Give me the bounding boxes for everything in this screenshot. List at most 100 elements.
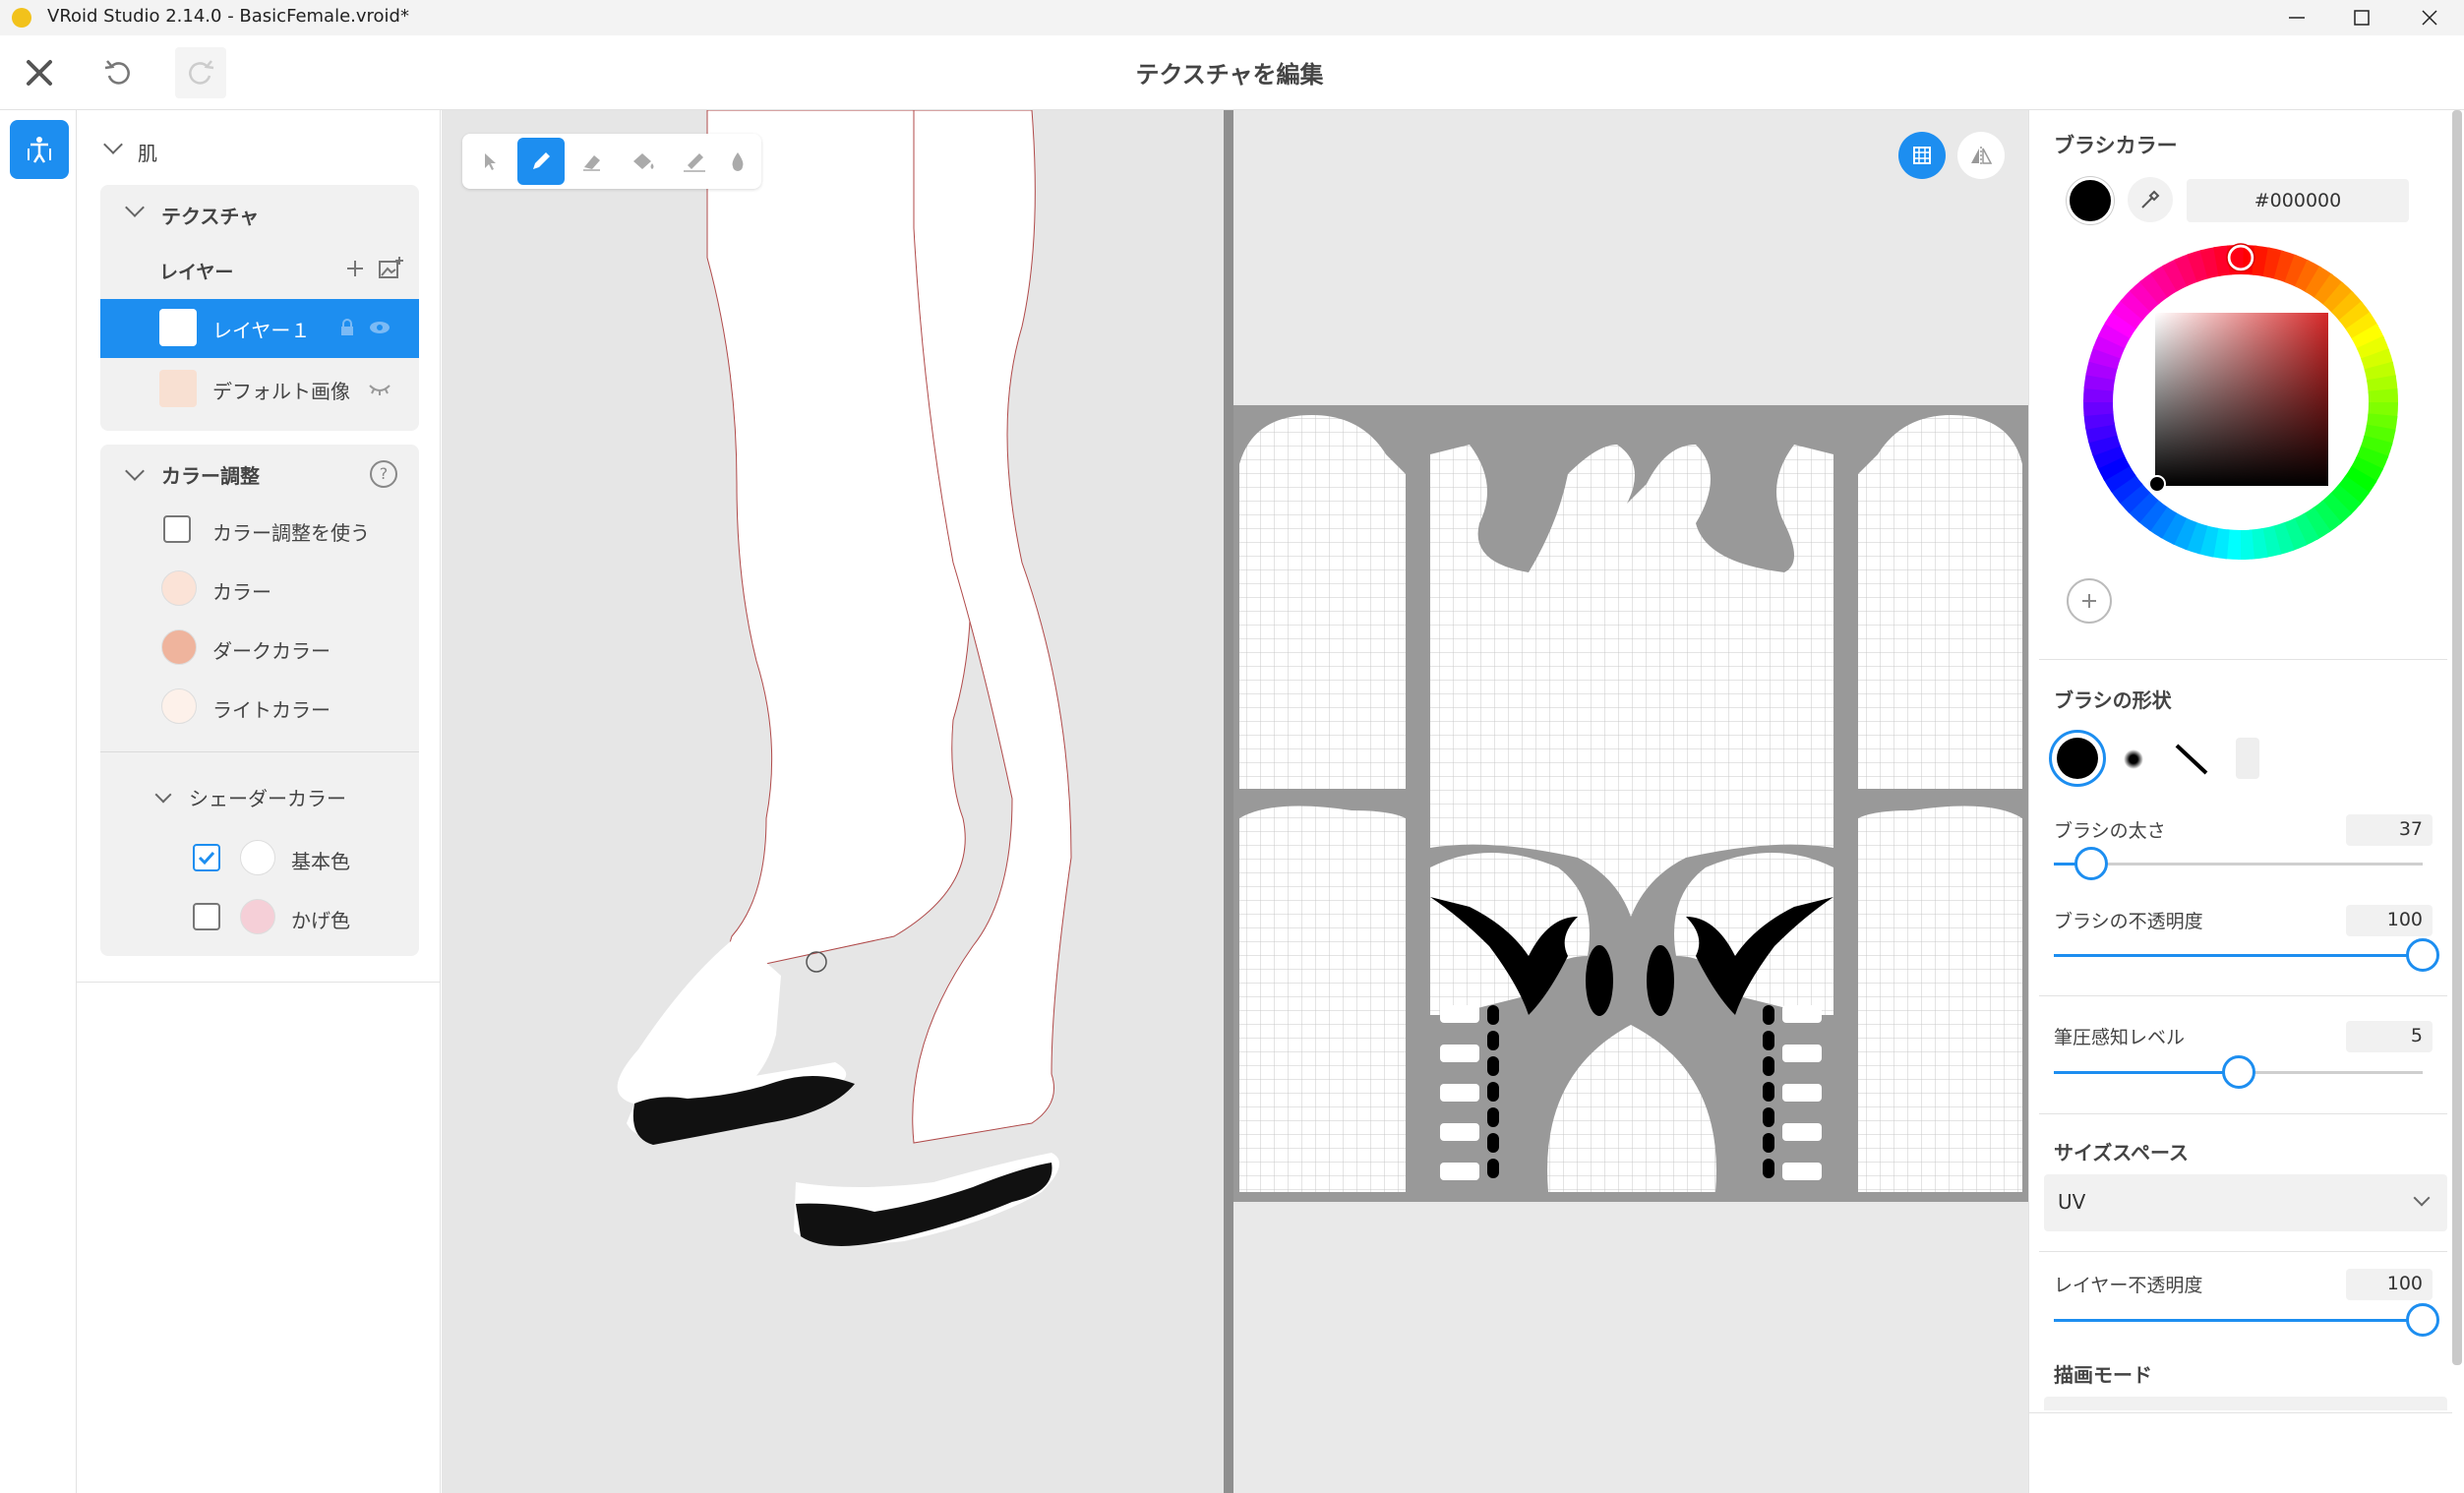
mirror-icon bbox=[1971, 147, 1993, 165]
light-color-label: ライトカラー bbox=[212, 698, 331, 722]
wireframe-toggle-button[interactable] bbox=[1898, 132, 1946, 179]
close-window-button[interactable] bbox=[2395, 0, 2464, 35]
brush-shape-hard-round[interactable] bbox=[2049, 730, 2106, 787]
layer-row[interactable]: デフォルト画像 bbox=[100, 358, 419, 417]
color-swatch[interactable] bbox=[161, 570, 197, 606]
add-layer-button[interactable] bbox=[340, 254, 370, 283]
shade-color-swatch[interactable] bbox=[240, 899, 275, 934]
use-color-adjust-row[interactable]: カラー調整を使う bbox=[100, 500, 419, 559]
chevron-down-icon bbox=[154, 786, 172, 804]
undo-button[interactable] bbox=[92, 47, 144, 98]
base-color-swatch[interactable] bbox=[240, 840, 275, 875]
color-adjust-title: カラー調整 bbox=[161, 464, 260, 488]
eyedropper-icon bbox=[2141, 190, 2160, 209]
add-image-icon bbox=[379, 257, 403, 278]
dark-color-swatch[interactable] bbox=[161, 629, 197, 665]
left-rail bbox=[0, 110, 77, 1493]
saturation-handle[interactable] bbox=[2148, 475, 2166, 493]
minimize-icon bbox=[2289, 17, 2305, 19]
chevron-down-icon bbox=[103, 135, 123, 154]
dark-color-row[interactable]: ダークカラー bbox=[100, 618, 419, 677]
brush-size-slider[interactable] bbox=[2054, 847, 2423, 880]
check-icon bbox=[198, 851, 215, 866]
pen-tool-button[interactable] bbox=[517, 138, 565, 185]
layer-opacity-input[interactable]: 100 bbox=[2346, 1269, 2433, 1300]
redo-button[interactable] bbox=[175, 47, 226, 98]
window-title-bar: VRoid Studio 2.14.0 - BasicFemale.vroid* bbox=[0, 0, 2464, 35]
size-space-value: UV bbox=[2058, 1190, 2086, 1214]
light-color-row[interactable]: ライトカラー bbox=[100, 677, 419, 736]
cursor-icon bbox=[485, 153, 496, 170]
brush-shape-soft-round[interactable] bbox=[2114, 740, 2153, 779]
base-color-label: 基本色 bbox=[291, 850, 350, 873]
brush-color-swatch[interactable] bbox=[2067, 177, 2114, 224]
eye-closed-icon bbox=[369, 385, 391, 395]
color-wheel[interactable] bbox=[2078, 240, 2403, 565]
eraser-tool-button[interactable] bbox=[569, 138, 616, 185]
add-image-layer-button[interactable] bbox=[376, 254, 405, 283]
use-color-adjust-label: カラー調整を使う bbox=[212, 521, 370, 545]
uv-texture-view[interactable] bbox=[1233, 110, 2028, 1493]
scrollbar[interactable] bbox=[2452, 110, 2462, 1365]
grid-icon bbox=[1913, 147, 1931, 164]
layer-visibility-button[interactable] bbox=[368, 317, 391, 342]
editor-toolbar: テクスチャを編集 bbox=[0, 35, 2464, 110]
slider-handle[interactable] bbox=[2406, 938, 2439, 972]
brush-opacity-slider[interactable] bbox=[2054, 938, 2439, 972]
shade-color-row[interactable]: かげ色 bbox=[100, 887, 419, 946]
layer-opacity-slider[interactable] bbox=[2054, 1303, 2439, 1337]
divider bbox=[2039, 1113, 2447, 1114]
hex-color-input[interactable]: #000000 bbox=[2187, 179, 2409, 222]
pressure-input[interactable]: 5 bbox=[2346, 1021, 2433, 1052]
slider-handle[interactable] bbox=[2073, 847, 2108, 880]
close-editor-button[interactable] bbox=[14, 47, 65, 98]
mirror-toggle-button[interactable] bbox=[1957, 132, 2005, 179]
layer-visibility-button[interactable] bbox=[368, 378, 391, 403]
drop-icon bbox=[732, 152, 744, 171]
brush-size-input[interactable]: 37 bbox=[2346, 814, 2433, 846]
3d-viewport[interactable] bbox=[442, 110, 1226, 1493]
base-color-checkbox[interactable] bbox=[193, 844, 220, 871]
pressure-slider[interactable] bbox=[2054, 1055, 2423, 1089]
brush-opacity-input[interactable]: 100 bbox=[2346, 905, 2433, 936]
layer-lock-button[interactable] bbox=[336, 317, 358, 342]
divider bbox=[2039, 995, 2447, 996]
brush-color-title: ブラシカラー bbox=[2054, 134, 2178, 157]
brush-shape-texture[interactable] bbox=[2236, 738, 2259, 779]
layer-name: レイヤー１ bbox=[212, 319, 311, 342]
base-color-row[interactable]: 基本色 bbox=[100, 828, 419, 887]
draw-mode-select[interactable] bbox=[2044, 1397, 2447, 1410]
blur-tool-button[interactable] bbox=[671, 138, 718, 185]
minimize-button[interactable] bbox=[2262, 0, 2331, 35]
select-tool-button[interactable] bbox=[466, 138, 513, 185]
pressure-label: 筆圧感知レベル bbox=[2054, 1027, 2186, 1048]
light-color-swatch[interactable] bbox=[161, 688, 197, 724]
view-divider[interactable] bbox=[1224, 110, 1233, 1493]
color-row[interactable]: カラー bbox=[100, 559, 419, 618]
eyedropper-button[interactable] bbox=[2128, 177, 2173, 222]
chevron-down-icon bbox=[125, 461, 145, 481]
shade-color-checkbox[interactable] bbox=[193, 903, 220, 930]
slider-handle[interactable] bbox=[2406, 1303, 2439, 1337]
line-brush-icon bbox=[2175, 744, 2208, 775]
slider-handle[interactable] bbox=[2221, 1055, 2255, 1089]
size-space-select[interactable]: UV bbox=[2044, 1174, 2447, 1231]
layer-thumbnail bbox=[159, 370, 197, 407]
vroid-logo-icon bbox=[12, 8, 31, 28]
plus-icon bbox=[2082, 594, 2096, 608]
divider bbox=[77, 982, 441, 983]
maximize-button[interactable] bbox=[2327, 0, 2396, 35]
eyedropper-tool-button[interactable] bbox=[714, 138, 761, 185]
body-edit-button[interactable] bbox=[10, 120, 69, 179]
add-color-button[interactable] bbox=[2067, 578, 2112, 624]
brush-shape-line[interactable] bbox=[2171, 740, 2210, 779]
eraser-icon bbox=[583, 155, 600, 171]
use-color-adjust-checkbox[interactable] bbox=[163, 515, 191, 543]
help-icon[interactable]: ? bbox=[370, 460, 397, 488]
layer-row-selected[interactable]: レイヤー１ bbox=[100, 299, 419, 358]
chevron-down-icon bbox=[125, 198, 145, 217]
close-icon bbox=[27, 60, 52, 86]
layers-label: レイヤー bbox=[159, 262, 234, 283]
fill-tool-button[interactable] bbox=[620, 138, 667, 185]
plus-icon bbox=[347, 261, 363, 276]
